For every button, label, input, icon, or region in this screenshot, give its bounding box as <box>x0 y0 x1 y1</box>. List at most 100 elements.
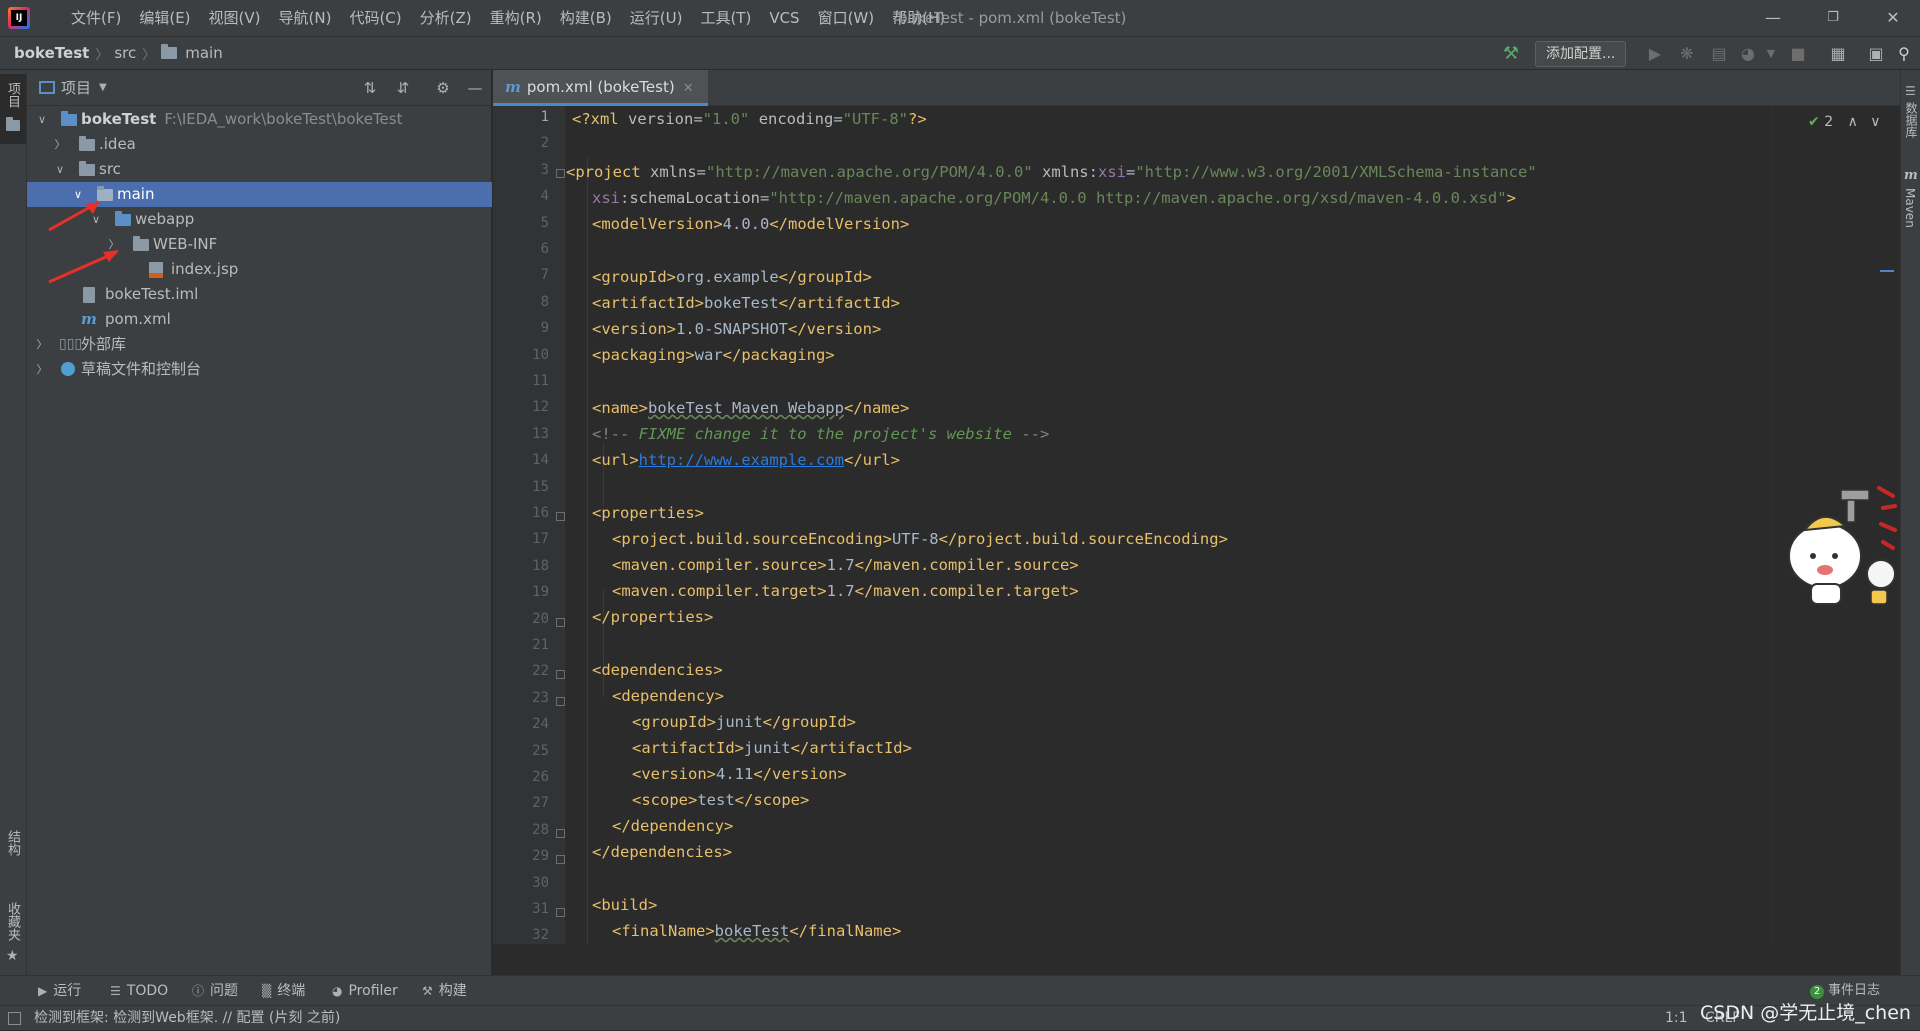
previous-highlight-icon[interactable]: ∧ <box>1848 114 1858 130</box>
hide-panel-icon[interactable]: — <box>465 78 485 98</box>
breadcrumb-project[interactable]: bokeTest <box>0 44 93 62</box>
line-number: 12 <box>532 399 549 416</box>
maven-file-icon: m <box>505 78 521 96</box>
line-number: 9 <box>540 320 549 337</box>
project-tool-tab[interactable]: 项目 <box>0 74 26 144</box>
tree-item-external-libraries[interactable]: 〉 ▯▯▯ 外部库 <box>27 332 492 357</box>
line-number: 6 <box>540 241 549 257</box>
tool-todo[interactable]: ☰ TODO <box>110 976 168 1006</box>
tool-profiler[interactable]: ◕ Profiler <box>332 976 398 1006</box>
chevron-down-icon[interactable]: ▼ <box>99 82 107 93</box>
profiler-icon: ◕ <box>332 984 343 998</box>
tool-problems[interactable]: ⓘ 问题 <box>192 976 238 1006</box>
inspection-widget[interactable]: ✔ 2 ∧ ∨ <box>1808 114 1881 130</box>
terminal-icon: ▒ <box>262 984 272 998</box>
list-icon: ☰ <box>110 984 121 998</box>
menu-item[interactable]: 编辑(E) <box>130 0 199 36</box>
status-message[interactable]: 检测到框架: 检测到Web框架. // 配置 (片刻 之前) <box>34 1006 340 1031</box>
add-configuration-button[interactable]: 添加配置... <box>1535 41 1627 67</box>
fold-marker-icon[interactable] <box>556 512 565 521</box>
tool-build[interactable]: ⚒ 构建 <box>422 976 467 1006</box>
tree-item-scratches[interactable]: 〉 草稿文件和控制台 <box>27 357 492 382</box>
tool-terminal[interactable]: ▒ 终端 <box>262 976 305 1006</box>
menu-item[interactable]: 导航(N) <box>270 0 341 36</box>
cat-mascot-sticker <box>1788 486 1897 605</box>
window-layout-icon[interactable]: ▣ <box>1865 43 1887 65</box>
chevron-right-icon[interactable]: 〉 <box>53 132 67 157</box>
code-line: <packaging>war</packaging> <box>592 346 835 364</box>
search-icon[interactable]: ⚲ <box>1893 43 1915 65</box>
code-editor[interactable]: <?xml version="1.0" encoding="UTF-8"?> <… <box>565 106 1770 944</box>
line-number: 13 <box>532 425 549 442</box>
close-tab-icon[interactable]: ✕ <box>683 81 694 96</box>
line-number: 25 <box>532 742 549 759</box>
menu-item[interactable]: 重构(R) <box>481 0 551 36</box>
menu-item[interactable]: VCS <box>760 0 808 36</box>
menu-item[interactable]: 工具(T) <box>691 0 760 36</box>
code-line: <maven.compiler.source>1.7</maven.compil… <box>612 556 1079 574</box>
fold-marker-icon[interactable] <box>556 168 565 178</box>
next-highlight-icon[interactable]: ∨ <box>1870 114 1880 130</box>
tree-item-boketest[interactable]: ∨ bokeTest F:\IEDA_work\bokeTest\bokeTest <box>27 107 492 132</box>
database-tool-tab[interactable]: 数据库 <box>1903 102 1920 138</box>
fold-marker-icon[interactable] <box>556 855 565 865</box>
chevron-right-icon[interactable]: 〉 <box>35 332 49 357</box>
code-line: xsi:schemaLocation="http://maven.apache.… <box>592 189 1516 207</box>
code-line: <modelVersion>4.0.0</modelVersion> <box>592 215 910 233</box>
tree-item-src[interactable]: ∨ src <box>27 157 492 182</box>
tree-item-idea[interactable]: 〉 .idea <box>27 132 492 157</box>
toggle-tool-windows-icon[interactable] <box>8 1012 21 1025</box>
fold-marker-icon[interactable] <box>556 908 565 917</box>
fold-marker-icon[interactable] <box>556 617 565 627</box>
debug-icon[interactable]: ❋ <box>1676 43 1698 65</box>
menu-item[interactable]: 构建(B) <box>551 0 621 36</box>
favorites-tool-tab[interactable]: 收藏夹 <box>4 902 22 941</box>
structure-tool-tab[interactable]: 结构 <box>4 830 22 856</box>
fold-marker-icon[interactable] <box>556 670 565 680</box>
run-dropdown-icon[interactable]: ▼ <box>1760 43 1782 65</box>
event-count-badge: 2 <box>1810 985 1824 999</box>
expand-all-icon[interactable]: ⇅ <box>360 78 380 98</box>
line-number: 3 <box>540 161 549 178</box>
tab-pom-xml[interactable]: m pom.xml (bokeTest) ✕ <box>493 70 708 106</box>
line-number: 15 <box>532 478 549 495</box>
menu-item[interactable]: 视图(V) <box>200 0 270 36</box>
coverage-icon[interactable]: ▤ <box>1708 43 1730 65</box>
menu-item[interactable]: 分析(Z) <box>411 0 481 36</box>
breadcrumb-main[interactable]: main <box>181 44 226 62</box>
gear-icon[interactable]: ⚙ <box>433 78 453 98</box>
line-number: 31 <box>532 901 549 917</box>
project-tab-label: 项目 <box>5 82 20 108</box>
hammer-icon: ⚒ <box>422 984 433 998</box>
code-line: </dependencies> <box>592 843 732 861</box>
menu-item[interactable]: 文件(F) <box>62 0 130 36</box>
line-number: 22 <box>532 663 549 680</box>
tree-item-pom-xml[interactable]: m pom.xml <box>27 307 492 332</box>
menu-item[interactable]: 窗口(W) <box>809 0 884 36</box>
collapse-all-icon[interactable]: ⇵ <box>393 78 413 98</box>
line-number: 18 <box>532 557 549 574</box>
minimize-icon[interactable]: — <box>1750 0 1796 36</box>
run-icon[interactable]: ▶ <box>1644 43 1666 65</box>
chevron-down-icon[interactable]: ∨ <box>53 157 67 182</box>
profile-icon[interactable]: ◕ <box>1737 43 1759 65</box>
chevron-right-icon[interactable]: 〉 <box>35 357 49 382</box>
stop-icon[interactable]: ■ <box>1787 43 1809 65</box>
code-line: <groupId>junit</groupId> <box>632 713 856 731</box>
fold-marker-icon[interactable] <box>556 828 565 838</box>
close-window-icon[interactable]: ✕ <box>1870 0 1916 36</box>
chevron-down-icon[interactable]: ∨ <box>35 107 49 132</box>
project-structure-icon[interactable]: ▦ <box>1827 43 1849 65</box>
build-hammer-icon[interactable]: ⚒ <box>1500 43 1522 65</box>
restore-icon[interactable]: ❐ <box>1810 0 1856 36</box>
caret-position[interactable]: 1:1 <box>1665 1006 1688 1031</box>
menu-item[interactable]: 运行(U) <box>621 0 692 36</box>
project-panel-title[interactable]: 项目 <box>61 77 91 98</box>
fold-marker-icon[interactable] <box>556 696 565 706</box>
breadcrumb-src[interactable]: src <box>110 44 140 62</box>
line-number: 29 <box>532 848 549 865</box>
line-number: 17 <box>532 531 549 548</box>
maven-tool-tab[interactable]: Maven <box>1903 188 1917 228</box>
menu-item[interactable]: 代码(C) <box>340 0 410 36</box>
tool-run[interactable]: ▶ 运行 <box>38 976 81 1006</box>
